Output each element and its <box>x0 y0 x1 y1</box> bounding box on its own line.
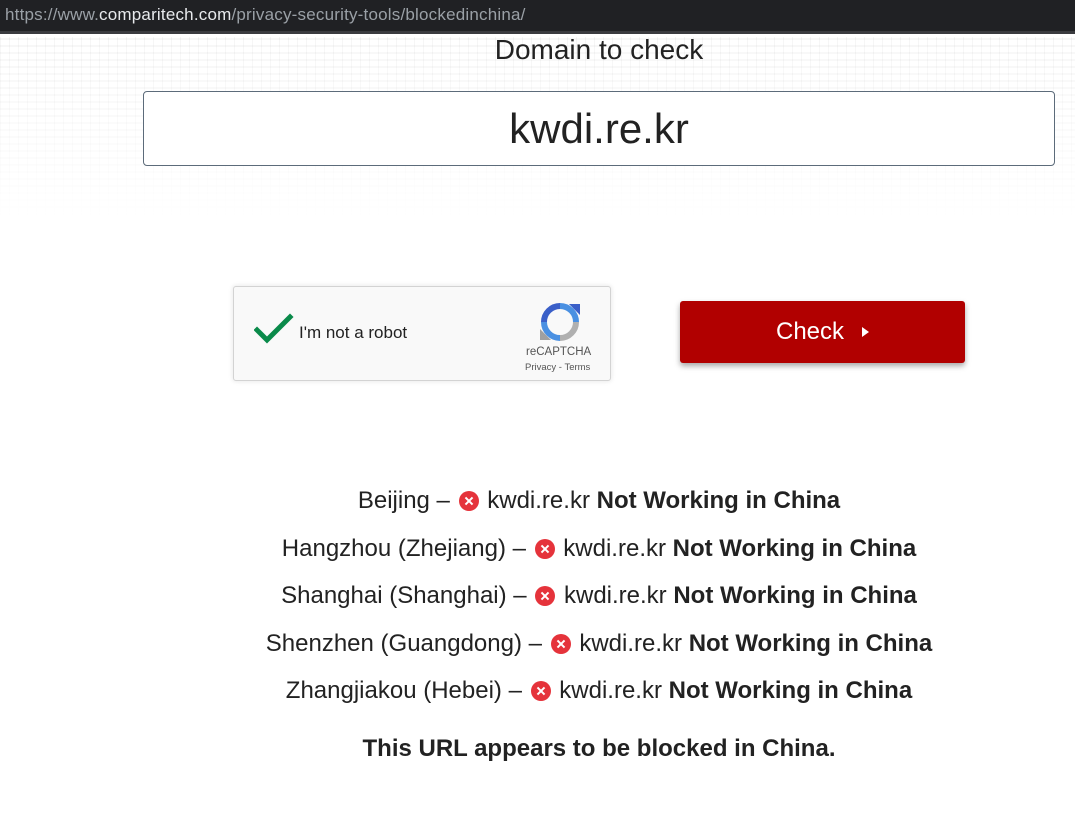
result-row: Shanghai (Shanghai) – kwdi.re.kr Not Wor… <box>100 577 1075 625</box>
url-text[interactable]: https://www.comparitech.com/privacy-secu… <box>5 5 526 25</box>
play-arrow-icon <box>862 327 870 337</box>
result-row: Hangzhou (Zhejiang) – kwdi.re.kr Not Wor… <box>100 530 1075 578</box>
recaptcha-label: I'm not a robot <box>299 323 408 342</box>
result-domain: kwdi.re.kr <box>563 534 666 562</box>
result-status: Not Working in China <box>672 534 917 562</box>
url-path: /privacy-security-tools/blockedinchina/ <box>231 5 526 24</box>
fail-x-icon <box>458 491 479 511</box>
privacy-link[interactable]: Privacy <box>525 362 556 373</box>
result-row: Zhangjiakou (Hebei) – kwdi.re.kr Not Wor… <box>100 672 1075 720</box>
result-dash: – <box>429 487 457 514</box>
result-location: Hangzhou (Zhejiang) <box>281 534 506 562</box>
result-location: Shenzhen (Guangdong) <box>265 629 522 657</box>
terms-link[interactable]: Terms <box>564 362 590 373</box>
results-list: Beijing – kwdi.re.kr Not Working in Chin… <box>100 482 1075 720</box>
result-domain: kwdi.re.kr <box>563 582 667 609</box>
result-dash: – <box>506 582 534 609</box>
result-location: Zhangjiakou (Hebei) <box>285 677 502 704</box>
result-location: Shanghai (Shanghai) <box>281 582 507 609</box>
result-dash: – <box>501 677 529 704</box>
result-domain: kwdi.re.kr <box>579 629 683 657</box>
result-location: Beijing <box>357 487 430 514</box>
result-dash: – <box>505 534 533 562</box>
result-row: Shenzhen (Guangdong) – kwdi.re.kr Not Wo… <box>100 625 1075 673</box>
result-domain: kwdi.re.kr <box>487 487 590 514</box>
fail-x-icon <box>550 633 571 654</box>
domain-label: Domain to check <box>494 34 704 65</box>
fail-x-icon <box>534 538 555 559</box>
result-domain: kwdi.re.kr <box>559 677 662 704</box>
checkmark-icon <box>253 313 294 344</box>
fail-x-icon <box>530 681 551 701</box>
browser-address-bar[interactable]: https://www.comparitech.com/privacy-secu… <box>0 0 1075 34</box>
recaptcha-logo-icon <box>540 303 580 341</box>
url-host: comparitech.com <box>99 5 232 24</box>
result-dash: – <box>521 629 549 657</box>
result-row: Beijing – kwdi.re.kr Not Working in Chin… <box>100 482 1075 530</box>
domain-input[interactable] <box>143 91 1055 166</box>
check-button[interactable]: Check <box>680 301 965 363</box>
result-status: Not Working in China <box>668 677 913 704</box>
recaptcha-widget: I'm not a robot reCAPTCHA Privacy - Term… <box>233 286 611 381</box>
summary-text: This URL appears to be blocked in China. <box>362 735 836 762</box>
result-status: Not Working in China <box>596 487 841 514</box>
recaptcha-checkbox[interactable] <box>253 311 294 347</box>
fail-x-icon <box>535 586 556 606</box>
recaptcha-links: Privacy - Terms <box>525 362 590 373</box>
recaptcha-brand: reCAPTCHA <box>526 346 592 358</box>
check-button-label: Check <box>775 318 845 345</box>
url-scheme: https://www. <box>5 5 100 24</box>
result-status: Not Working in China <box>688 629 933 657</box>
result-status: Not Working in China <box>673 582 917 609</box>
